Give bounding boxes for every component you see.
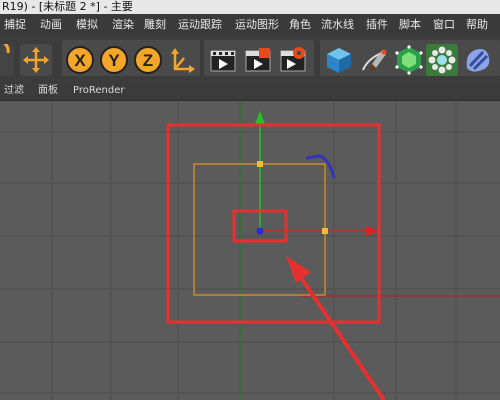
menu-help[interactable]: 帮助 — [466, 18, 488, 32]
viewport-menu-bar: 过滤 面板 ProRender — [0, 82, 500, 101]
z-axis-lock-icon: Z — [134, 46, 162, 74]
y-axis-lock-button[interactable]: Y — [98, 44, 130, 76]
menu-sculpt[interactable]: 雕刻 — [144, 18, 166, 32]
annotation-arrow-line — [291, 264, 386, 400]
menu-mograph[interactable]: 运动图形 — [235, 18, 279, 32]
object-origin-point[interactable] — [256, 227, 264, 235]
move-tool-button[interactable] — [20, 44, 52, 76]
deformer-icon — [466, 49, 490, 72]
menu-animate[interactable]: 动画 — [40, 18, 62, 32]
menu-script[interactable]: 脚本 — [399, 18, 421, 32]
cube-icon — [327, 48, 351, 73]
deformer-button[interactable] — [461, 44, 493, 76]
menu-pipeline[interactable]: 流水线 — [321, 18, 354, 32]
viewport-canvas[interactable] — [0, 101, 500, 400]
main-menu-bar: 捕捉 动画 模拟 渲染 雕刻 运动跟踪 运动图形 角色 流水线 插件 脚本 窗口… — [0, 14, 500, 36]
x-axis-lock-button[interactable]: X — [64, 44, 96, 76]
menu-motion-tracking[interactable]: 运动跟踪 — [178, 18, 222, 32]
cube-button[interactable] — [323, 44, 355, 76]
window-title: R19) - [未标题 2 *] - 主要 — [2, 0, 133, 13]
rotate-icon — [3, 44, 10, 54]
viewport-menu-filter[interactable]: 过滤 — [4, 84, 24, 98]
subdivision-button[interactable] — [393, 44, 425, 76]
render-settings-icon — [280, 47, 306, 72]
pen-spline-button[interactable] — [358, 44, 390, 76]
cloner-button[interactable] — [426, 44, 458, 76]
coordinate-system-button[interactable] — [166, 44, 198, 76]
menu-simulate[interactable]: 模拟 — [76, 18, 98, 32]
z-axis-lock-button[interactable]: Z — [132, 44, 164, 76]
rotation-handle[interactable] — [305, 154, 336, 179]
render-view-icon — [210, 50, 236, 72]
svg-text:X: X — [74, 51, 86, 70]
viewport-menu-panel[interactable]: 面板 — [38, 84, 58, 98]
menu-character[interactable]: 角色 — [289, 18, 311, 32]
window-title-bar: R19) - [未标题 2 *] - 主要 — [0, 0, 500, 14]
render-picture-viewer-button[interactable] — [242, 44, 274, 76]
move-icon — [23, 47, 49, 73]
3d-viewport[interactable] — [0, 101, 500, 400]
render-picture-viewer-icon — [245, 48, 271, 72]
subdivision-icon — [395, 45, 423, 75]
annotation-arrow-head-icon — [286, 256, 311, 283]
y-axis-lock-icon: Y — [100, 46, 128, 74]
gizmo-y-arrow-icon[interactable] — [255, 111, 265, 124]
viewport-grid — [0, 101, 500, 400]
cloner-icon — [428, 46, 456, 74]
rotate-tool-button[interactable] — [0, 44, 14, 76]
svg-text:Z: Z — [143, 51, 153, 70]
menu-render[interactable]: 渲染 — [112, 18, 134, 32]
menu-plugins[interactable]: 插件 — [366, 18, 388, 32]
x-axis-lock-icon: X — [66, 46, 94, 74]
coordinate-system-icon — [171, 48, 195, 73]
main-toolbar: X Y Z — [0, 36, 500, 83]
svg-text:Y: Y — [108, 51, 120, 70]
x-scale-handle[interactable] — [322, 228, 328, 234]
menu-snap[interactable]: 捕捉 — [4, 18, 26, 32]
pen-spline-icon — [362, 49, 387, 71]
render-settings-button[interactable] — [277, 44, 309, 76]
highlight-outer-box — [166, 123, 381, 324]
menu-window[interactable]: 窗口 — [433, 18, 455, 32]
viewport-menu-prorender[interactable]: ProRender — [73, 84, 124, 98]
y-scale-handle[interactable] — [257, 161, 263, 167]
render-view-button[interactable] — [207, 44, 239, 76]
